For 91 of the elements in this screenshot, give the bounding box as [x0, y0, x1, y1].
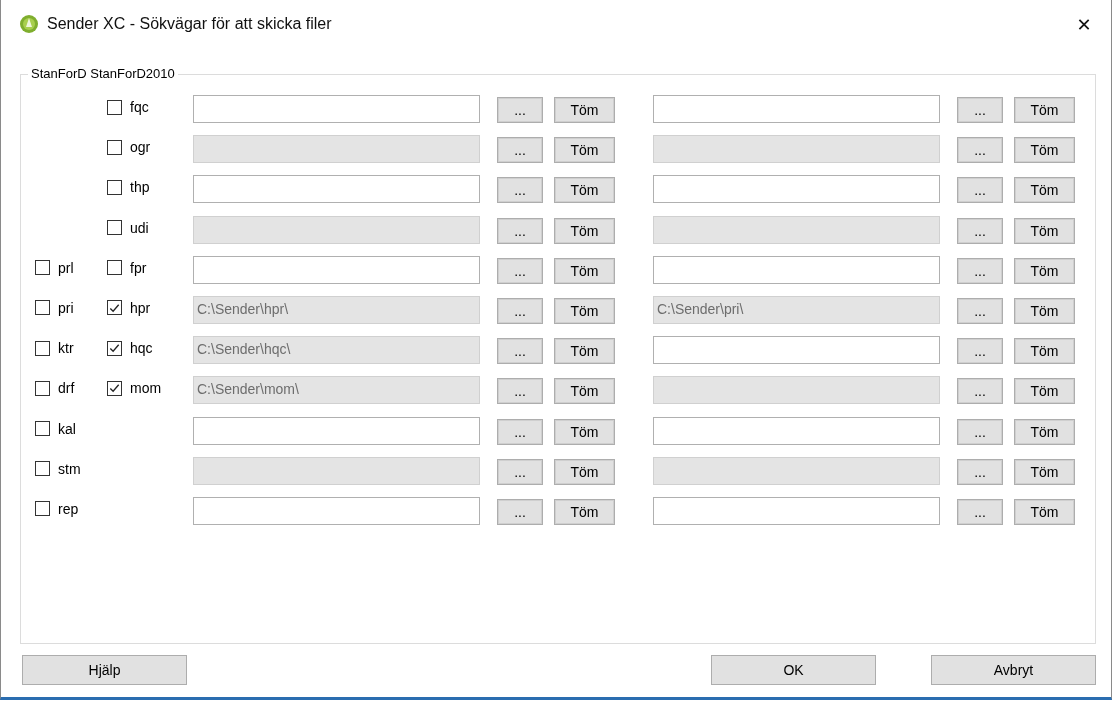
checkbox-label: pri [58, 299, 74, 316]
clear-button[interactable]: Töm [554, 217, 615, 244]
browse-button[interactable]: ... [497, 498, 543, 525]
clear-button[interactable]: Töm [1014, 297, 1075, 324]
clear-button[interactable]: Töm [554, 378, 615, 405]
clear-button[interactable]: Töm [554, 257, 615, 284]
ok-button[interactable]: OK [711, 655, 876, 685]
browse-button[interactable]: ... [957, 97, 1003, 123]
checkbox[interactable] [35, 421, 50, 436]
path-field[interactable] [193, 416, 480, 445]
checkbox-label: udi [130, 219, 149, 236]
clear-button[interactable]: Töm [1014, 137, 1075, 164]
clear-button[interactable]: Töm [554, 297, 615, 324]
clear-button[interactable]: Töm [1014, 458, 1075, 485]
browse-button[interactable]: ... [957, 338, 1003, 365]
browse-button[interactable]: ... [957, 498, 1003, 525]
checkbox[interactable] [107, 260, 122, 276]
browse-button[interactable]: ... [957, 137, 1003, 164]
help-button[interactable]: Hjälp [22, 655, 187, 685]
window-title: Sender XC - Sökvägar för att skicka filer [47, 15, 332, 33]
clear-button[interactable]: Töm [1014, 338, 1075, 365]
checkbox[interactable] [107, 300, 122, 316]
path-field[interactable] [193, 496, 480, 525]
checkbox-label: ogr [130, 139, 151, 156]
path-field[interactable] [653, 175, 940, 204]
checkbox-label: hqc [130, 340, 153, 357]
clear-button[interactable]: Töm [1014, 257, 1075, 284]
checkbox[interactable] [35, 340, 50, 356]
checkbox[interactable] [107, 220, 122, 236]
checkbox-label: stm [58, 460, 81, 477]
checkbox[interactable] [35, 300, 50, 316]
clear-button[interactable]: Töm [554, 177, 615, 204]
cancel-button[interactable]: Avbryt [931, 655, 1096, 685]
checkbox-label: mom [130, 380, 162, 397]
path-field[interactable] [653, 416, 940, 445]
browse-button[interactable]: ... [497, 338, 543, 365]
checkbox-label: rep [58, 500, 79, 517]
checkbox[interactable] [35, 461, 50, 477]
browse-button[interactable]: ... [497, 97, 543, 123]
checkbox-label: kal [58, 420, 76, 437]
clear-button[interactable]: Töm [1014, 418, 1075, 445]
browse-button[interactable]: ... [957, 217, 1003, 244]
clear-button[interactable]: Töm [554, 418, 615, 445]
checkbox-label: fqc [130, 99, 149, 115]
path-field[interactable] [193, 95, 480, 123]
path-field[interactable] [653, 255, 940, 284]
browse-button[interactable]: ... [497, 137, 543, 164]
checkbox[interactable] [107, 179, 122, 195]
clear-button[interactable]: Töm [554, 498, 615, 525]
clear-button[interactable]: Töm [1014, 177, 1075, 204]
clear-button[interactable]: Töm [1014, 97, 1075, 123]
checkbox-label: fpr [130, 259, 147, 276]
browse-button[interactable]: ... [957, 418, 1003, 445]
checkbox-label: hpr [130, 299, 151, 316]
close-button[interactable]: ✕ [1067, 7, 1101, 41]
path-field[interactable] [193, 175, 480, 204]
checkbox[interactable] [107, 139, 122, 155]
checkbox[interactable] [107, 340, 122, 356]
clear-button[interactable]: Töm [554, 458, 615, 485]
browse-button[interactable]: ... [957, 378, 1003, 405]
checkbox-label: ktr [58, 340, 74, 357]
clear-button[interactable]: Töm [1014, 498, 1075, 525]
browse-button[interactable]: ... [497, 458, 543, 485]
browse-button[interactable]: ... [497, 217, 543, 244]
browse-button[interactable]: ... [957, 458, 1003, 485]
browse-button[interactable]: ... [497, 257, 543, 284]
checkbox[interactable] [35, 380, 50, 396]
checkbox-label: prl [58, 259, 74, 276]
path-field[interactable] [653, 95, 940, 123]
path-field[interactable] [653, 336, 940, 365]
checkbox[interactable] [107, 380, 122, 396]
browse-button[interactable]: ... [957, 257, 1003, 284]
clear-button[interactable]: Töm [554, 338, 615, 365]
checkbox[interactable] [35, 501, 50, 517]
path-field[interactable] [653, 496, 940, 525]
path-field[interactable] [193, 255, 480, 284]
browse-button[interactable]: ... [497, 378, 543, 405]
checkbox-label: thp [130, 179, 150, 196]
clear-button[interactable]: Töm [1014, 217, 1075, 244]
app-icon [19, 14, 39, 34]
checkbox-label: drf [58, 380, 75, 397]
clear-button[interactable]: Töm [1014, 378, 1075, 405]
browse-button[interactable]: ... [957, 297, 1003, 324]
browse-button[interactable]: ... [497, 177, 543, 204]
browse-button[interactable]: ... [497, 418, 543, 445]
browse-button[interactable]: ... [497, 297, 543, 324]
clear-button[interactable]: Töm [554, 97, 615, 123]
checkbox[interactable] [35, 260, 50, 276]
checkbox[interactable] [107, 99, 122, 115]
clear-button[interactable]: Töm [554, 137, 615, 164]
browse-button[interactable]: ... [957, 177, 1003, 204]
